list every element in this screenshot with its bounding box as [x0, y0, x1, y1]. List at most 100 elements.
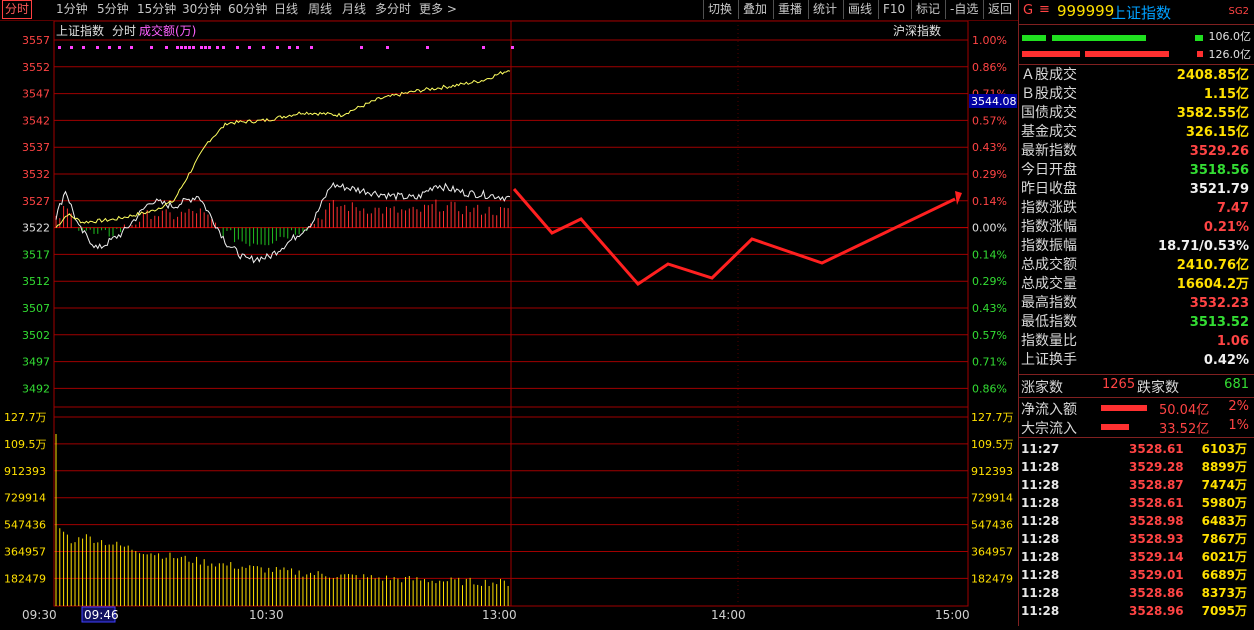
tick-time: 11:28 — [1021, 478, 1060, 492]
stat-value: 3582.55亿 — [1176, 106, 1249, 121]
capital-flow: 净流入额 50.04亿 2% 大宗流入 33.52亿 1% — [1019, 397, 1254, 438]
time-label-0930: 09:30 — [22, 608, 57, 622]
volume-tick-label-right: 364957 — [971, 546, 1013, 559]
up-count-label: 涨家数 — [1021, 380, 1063, 396]
price-tick-label: 3517 — [22, 248, 50, 261]
draw-button[interactable]: 画线 — [843, 0, 872, 19]
stat-label: 最高指数 — [1021, 295, 1077, 311]
tab-monthly[interactable]: 月线 — [342, 0, 366, 19]
stat-value: 3532.23 — [1189, 296, 1249, 311]
volume-tick-label: 127.7万 — [4, 411, 47, 424]
stat-label: 指数涨幅 — [1021, 219, 1077, 235]
stat-row: 指数涨跌 7.47 — [1021, 199, 1251, 218]
pct-tick-label: 0.14% — [972, 195, 1007, 208]
tick-vol: 8373万 — [1201, 586, 1247, 600]
price-tick-label: 3497 — [22, 356, 50, 369]
tick-price: 3528.61 — [1129, 442, 1184, 456]
signal-marker — [426, 46, 429, 49]
back-button[interactable]: 返回 — [983, 0, 1012, 19]
pct-tick-label: 0.14% — [972, 248, 1007, 261]
price-tick-label: 3492 — [22, 382, 50, 395]
stats-list: Ａ股成交 2408.85亿 Ｂ股成交 1.15亿 国债成交 3582.55亿 基金成交 326… — [1019, 66, 1254, 372]
tab-weekly[interactable]: 周线 — [308, 0, 332, 19]
signal-marker — [222, 46, 225, 49]
tick-row: 11:28 3529.14 6021万 — [1021, 548, 1251, 566]
stat-row: 昨日收盘 3521.79 — [1021, 180, 1251, 199]
pct-tick-label: 0.29% — [972, 168, 1007, 181]
mark-button[interactable]: 标记 — [911, 0, 940, 19]
stat-label: 最新指数 — [1021, 143, 1077, 159]
tick-row: 11:27 3528.61 6103万 — [1021, 440, 1251, 458]
stat-value: 1.06 — [1216, 334, 1249, 349]
replay-button[interactable]: 重播 — [773, 0, 802, 19]
stat-row: 总成交额 2410.76亿 — [1021, 256, 1251, 275]
price-tick-label: 3507 — [22, 302, 50, 315]
net-inflow-bar — [1101, 405, 1147, 411]
tab-more[interactable]: 更多 > — [419, 0, 457, 19]
volume-tick-label: 912393 — [4, 465, 46, 478]
signal-marker — [310, 46, 313, 49]
tab-multi-intraday[interactable]: 多分时 — [375, 0, 411, 19]
volume-tick-label-right: 182479 — [971, 572, 1013, 585]
stat-row: 基金成交 326.15亿 — [1021, 123, 1251, 142]
volume-tick-label: 109.5万 — [4, 438, 47, 451]
overlay-button[interactable]: 叠加 — [738, 0, 767, 19]
stat-value: 7.47 — [1216, 201, 1249, 216]
tab-60min[interactable]: 60分钟 — [228, 0, 267, 19]
signal-marker — [150, 46, 153, 49]
tick-vol: 6689万 — [1201, 568, 1247, 582]
signal-marker — [360, 46, 363, 49]
stat-value: 0.21% — [1203, 220, 1249, 235]
tab-30min[interactable]: 30分钟 — [182, 0, 221, 19]
tab-intraday[interactable]: 分时 — [2, 0, 33, 19]
stat-label: 今日开盘 — [1021, 162, 1077, 178]
intraday-chart[interactable]: 3557 3552 3547 3542 3537 3532 3527 3522 3517 3512… — [0, 20, 1018, 626]
pct-tick-label: 0.43% — [972, 302, 1007, 315]
price-tick-label: 3512 — [22, 275, 50, 288]
pct-tick-label: 0.86% — [972, 382, 1007, 395]
signal-marker — [204, 46, 207, 49]
stat-label: 总成交量 — [1021, 276, 1077, 292]
signal-marker — [248, 46, 251, 49]
chart-subtitle: 分时 — [112, 24, 136, 38]
tick-time: 11:28 — [1021, 568, 1060, 582]
signal-marker — [386, 46, 389, 49]
tick-vol: 6021万 — [1201, 550, 1247, 564]
quote-header: G ≡ 999999 上证指数 SG2 — [1019, 0, 1254, 25]
volume-tick-label-right: 127.7万 — [971, 411, 1014, 424]
tick-vol: 7474万 — [1201, 478, 1247, 492]
signal-marker — [482, 46, 485, 49]
security-code: 999999 — [1057, 2, 1115, 20]
tab-1min[interactable]: 1分钟 — [56, 0, 88, 19]
tab-daily[interactable]: 日线 — [274, 0, 298, 19]
advance-decline: 涨家数 1265 跌家数 681 — [1019, 374, 1254, 398]
intraday-chart-svg[interactable]: 3557 3552 3547 3542 3537 3532 3527 3522 3517 3512… — [0, 20, 1018, 626]
time-label-1400: 14:00 — [711, 608, 746, 622]
signal-marker — [216, 46, 219, 49]
pct-tick-label: 0.86% — [972, 61, 1007, 74]
menu-icon[interactable]: ≡ — [1039, 2, 1050, 17]
stat-label: Ｂ股成交 — [1021, 86, 1077, 102]
stat-label: 指数振幅 — [1021, 238, 1077, 254]
f10-button[interactable]: F10 — [878, 0, 905, 19]
stats-button[interactable]: 统计 — [808, 0, 837, 19]
signal-marker — [208, 46, 211, 49]
time-label-1300: 13:00 — [482, 608, 517, 622]
watchlist-button[interactable]: -自选 — [945, 0, 978, 19]
tick-row: 11:28 3528.61 5980万 — [1021, 494, 1251, 512]
stat-label: Ａ股成交 — [1021, 67, 1077, 83]
switch-button[interactable]: 切换 — [703, 0, 732, 19]
signal-marker — [188, 46, 191, 49]
price-tick-label: 3522 — [22, 222, 50, 235]
tab-5min[interactable]: 5分钟 — [97, 0, 129, 19]
tick-row: 11:28 3528.98 6483万 — [1021, 512, 1251, 530]
tick-list[interactable]: 11:27 3528.61 6103万 11:28 3529.28 8899万 11:28 3… — [1019, 440, 1254, 626]
stat-label: 基金成交 — [1021, 124, 1077, 140]
volume-tick-label: 729914 — [4, 492, 46, 505]
signal-marker — [165, 46, 168, 49]
block-inflow-bar — [1101, 424, 1129, 430]
tick-time: 11:28 — [1021, 604, 1060, 618]
signal-marker — [70, 46, 73, 49]
stat-label: 上证换手 — [1021, 352, 1077, 368]
tab-15min[interactable]: 15分钟 — [137, 0, 176, 19]
